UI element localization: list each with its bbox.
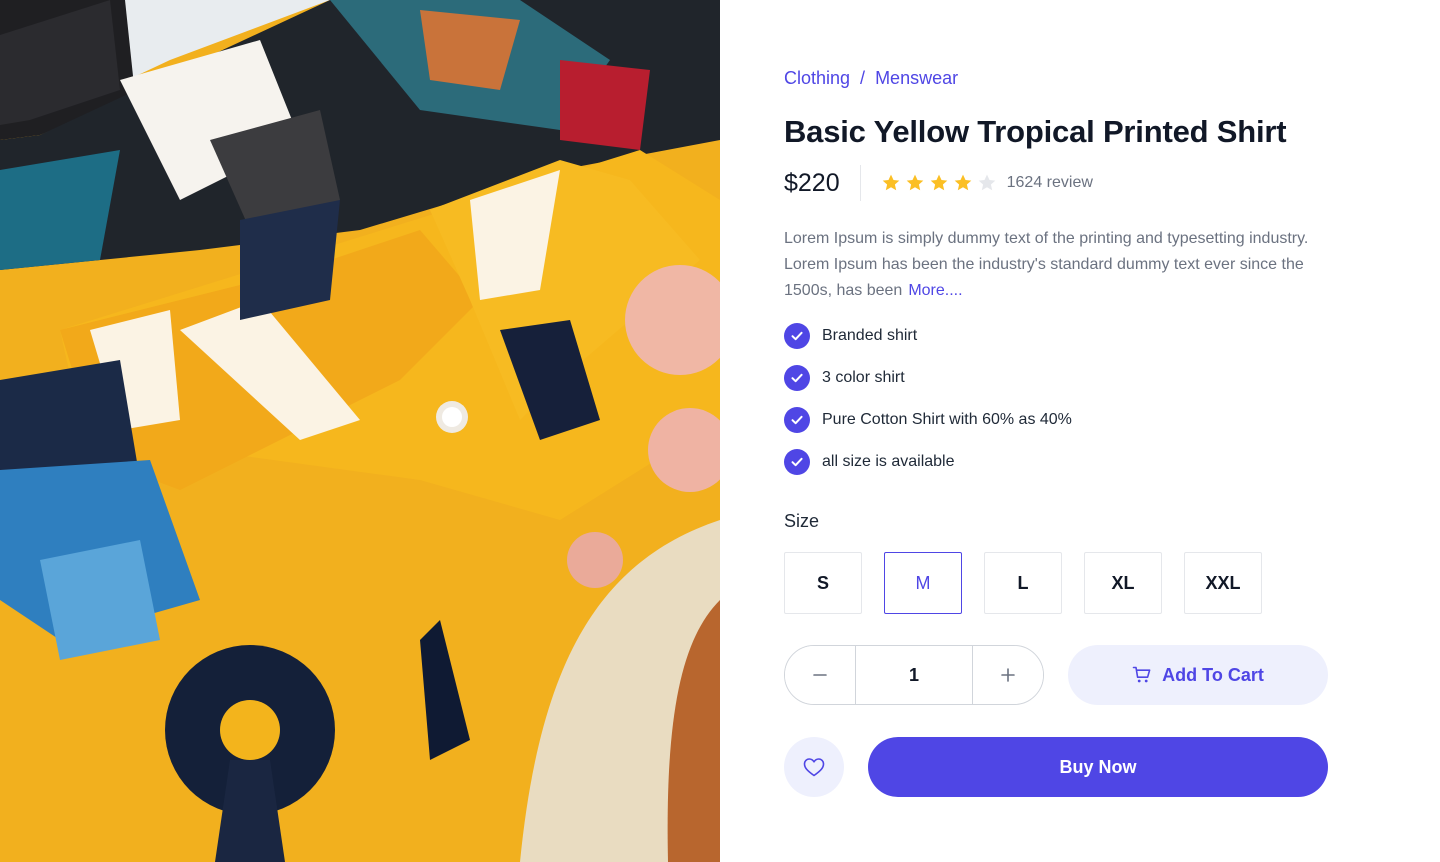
more-link[interactable]: More.... bbox=[908, 282, 962, 299]
increase-quantity-button[interactable] bbox=[973, 646, 1043, 704]
price-row: $220 1624 review bbox=[784, 164, 1093, 202]
plus-icon bbox=[1001, 668, 1015, 682]
feature-text: Pure Cotton Shirt with 60% as 40% bbox=[822, 411, 1072, 428]
product-title: Basic Yellow Tropical Printed Shirt bbox=[784, 114, 1287, 149]
star-icon bbox=[930, 174, 947, 191]
feature-text: 3 color shirt bbox=[822, 369, 905, 386]
description-text: Lorem Ipsum is simply dummy text of the … bbox=[784, 230, 1309, 299]
minus-icon bbox=[813, 674, 827, 676]
feature-text: all size is available bbox=[822, 453, 955, 470]
product-details: Clothing / Menswear Basic Yellow Tropica… bbox=[784, 0, 1344, 862]
size-selector: S M L XL XXL bbox=[784, 552, 1262, 614]
rating-stars bbox=[881, 173, 997, 193]
breadcrumb: Clothing / Menswear bbox=[784, 68, 958, 89]
quantity-value[interactable]: 1 bbox=[855, 646, 973, 704]
buy-now-button[interactable]: Buy Now bbox=[868, 737, 1328, 797]
size-option-xxl[interactable]: XXL bbox=[1184, 552, 1262, 614]
feature-item: Pure Cotton Shirt with 60% as 40% bbox=[784, 406, 1072, 434]
product-description: Lorem Ipsum is simply dummy text of the … bbox=[784, 226, 1324, 304]
product-price: $220 bbox=[784, 168, 840, 197]
size-option-s[interactable]: S bbox=[784, 552, 862, 614]
size-option-xl[interactable]: XL bbox=[1084, 552, 1162, 614]
wishlist-button[interactable] bbox=[784, 737, 844, 797]
product-image bbox=[0, 0, 720, 862]
add-to-cart-label: Add To Cart bbox=[1162, 664, 1264, 685]
quantity-stepper: 1 bbox=[784, 645, 1044, 705]
star-icon bbox=[954, 174, 971, 191]
feature-list: Branded shirt 3 color shirt Pure Cotton … bbox=[784, 322, 1072, 490]
add-to-cart-button[interactable]: Add To Cart bbox=[1068, 645, 1328, 705]
star-icon bbox=[882, 174, 899, 191]
feature-item: Branded shirt bbox=[784, 322, 1072, 350]
check-icon bbox=[784, 323, 810, 349]
review-count[interactable]: 1624 review bbox=[1007, 174, 1093, 192]
breadcrumb-item-clothing[interactable]: Clothing bbox=[784, 68, 850, 89]
decrease-quantity-button[interactable] bbox=[785, 646, 855, 704]
size-option-m[interactable]: M bbox=[884, 552, 962, 614]
feature-item: 3 color shirt bbox=[784, 364, 1072, 392]
feature-text: Branded shirt bbox=[822, 327, 918, 344]
star-icon bbox=[906, 174, 923, 191]
feature-item: all size is available bbox=[784, 448, 1072, 476]
check-icon bbox=[784, 407, 810, 433]
price-divider bbox=[859, 165, 861, 201]
breadcrumb-separator: / bbox=[860, 68, 866, 88]
check-icon bbox=[784, 449, 810, 475]
size-option-l[interactable]: L bbox=[984, 552, 1062, 614]
heart-icon bbox=[803, 758, 825, 777]
cart-icon bbox=[1132, 666, 1151, 683]
check-icon bbox=[784, 365, 810, 391]
breadcrumb-item-menswear[interactable]: Menswear bbox=[875, 68, 958, 89]
star-icon bbox=[978, 174, 995, 191]
size-label: Size bbox=[784, 511, 820, 531]
